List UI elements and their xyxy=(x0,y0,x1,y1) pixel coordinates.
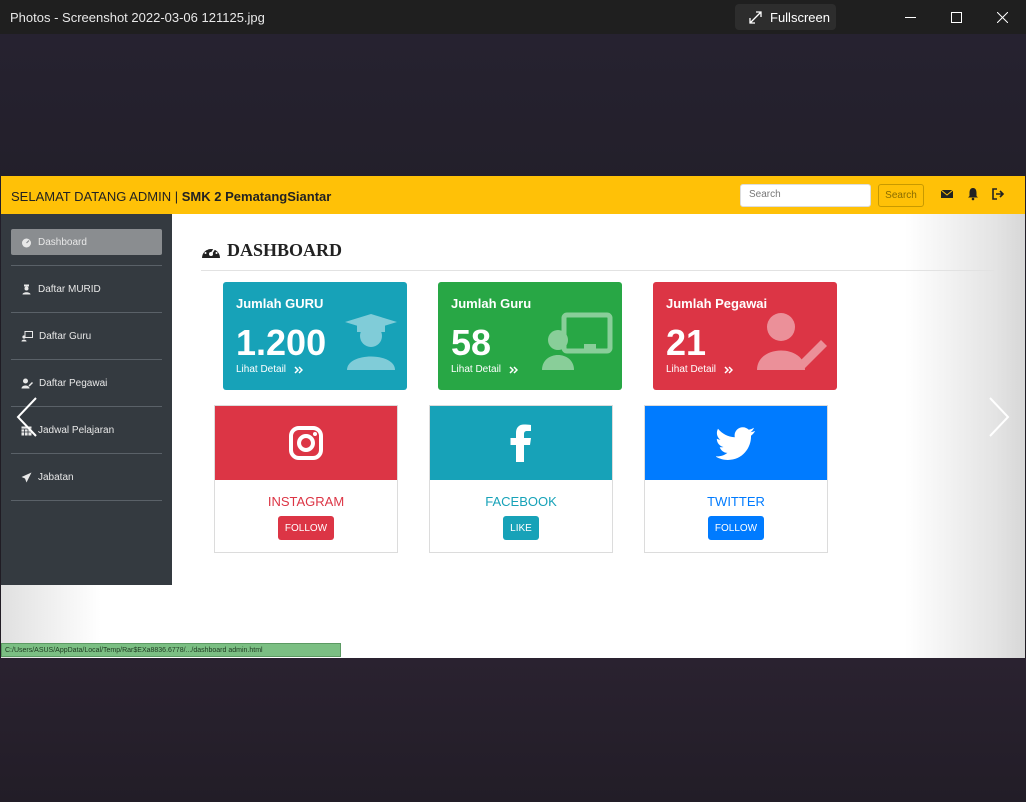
social-name: TWITTER xyxy=(707,494,765,509)
sidebar-item-label: Daftar Pegawai xyxy=(39,377,108,389)
sign-out-icon[interactable] xyxy=(991,187,1005,201)
stat-detail-link[interactable]: Lihat Detail xyxy=(666,364,734,375)
like-button[interactable]: LIKE xyxy=(503,516,539,540)
gauge-icon xyxy=(202,247,220,258)
social-card-header xyxy=(215,406,397,480)
instagram-icon[interactable] xyxy=(289,426,323,460)
sidebar-divider xyxy=(11,500,162,501)
twitter-icon[interactable] xyxy=(716,426,756,460)
page-title-text: DASHBOARD xyxy=(227,240,343,260)
social-card-facebook: FACEBOOK LIKE xyxy=(429,405,613,553)
navbar-brand: SELAMAT DATANG ADMIN | SMK 2 PematangSia… xyxy=(11,189,331,204)
bell-icon[interactable] xyxy=(966,187,980,201)
stat-detail-label: Lihat Detail xyxy=(451,364,502,375)
student-icon xyxy=(22,284,31,294)
close-icon xyxy=(996,11,1008,23)
sidebar-divider xyxy=(11,359,162,360)
sidebar-divider xyxy=(11,265,162,266)
fullscreen-label: Fullscreen xyxy=(770,9,830,25)
title-divider xyxy=(201,270,994,271)
chalkboard-teacher-icon xyxy=(21,330,33,341)
sidebar-item-dashboard[interactable]: Dashboard xyxy=(11,229,162,255)
social-card-instagram: INSTAGRAM FOLLOW xyxy=(214,405,398,553)
page-title: DASHBOARD xyxy=(201,240,342,261)
window-title: Photos - Screenshot 2022-03-06 121125.jp… xyxy=(10,10,265,25)
screenshot-image: SELAMAT DATANG ADMIN | SMK 2 PematangSia… xyxy=(1,176,1025,658)
stat-label: Jumlah Pegawai xyxy=(666,296,768,311)
school-name: SMK 2 PematangSiantar xyxy=(181,189,332,204)
double-chevron-right-icon xyxy=(294,365,304,374)
double-chevron-right-icon xyxy=(724,365,734,374)
sidebar-item-label: Daftar MURID xyxy=(38,283,101,295)
welcome-text: SELAMAT DATANG ADMIN xyxy=(11,189,172,204)
stat-detail-label: Lihat Detail xyxy=(236,364,287,375)
fullscreen-button[interactable]: Fullscreen xyxy=(735,4,836,30)
maximize-button[interactable] xyxy=(933,0,979,34)
stat-label: Jumlah Guru xyxy=(451,296,532,311)
photo-viewer-bottom xyxy=(0,658,1026,802)
stat-detail-link[interactable]: Lihat Detail xyxy=(451,364,519,375)
graduate-icon xyxy=(345,314,397,370)
search-input[interactable]: Search xyxy=(740,184,871,207)
stat-card-guru: Jumlah GURU 1.200 Lihat Detail xyxy=(223,282,407,390)
gauge-icon xyxy=(22,238,31,247)
sidebar-item-label: Jabatan xyxy=(38,471,74,483)
stat-value: 58 xyxy=(451,322,492,363)
minimize-icon xyxy=(904,16,916,18)
chalkboard-teacher-icon xyxy=(542,312,613,370)
maximize-icon xyxy=(950,11,962,23)
previous-image-arrow-icon[interactable] xyxy=(14,396,40,438)
stat-card-pegawai: Jumlah Pegawai 21 Lihat Detail xyxy=(653,282,837,390)
sidebar-item-daftar-pegawai[interactable]: Daftar Pegawai xyxy=(11,370,162,396)
expand-icon xyxy=(749,10,762,24)
stat-detail-label: Lihat Detail xyxy=(666,364,717,375)
social-card-twitter: TWITTER FOLLOW xyxy=(644,405,828,553)
social-name: INSTAGRAM xyxy=(267,494,345,509)
browser-status-url: C:/Users/ASUS/AppData/Local/Temp/Rar$EXa… xyxy=(1,643,341,657)
minimize-button[interactable] xyxy=(887,0,933,34)
next-image-arrow-icon[interactable] xyxy=(986,396,1012,438)
sidebar-item-label: Dashboard xyxy=(38,236,87,248)
search-button[interactable]: Search xyxy=(878,184,924,207)
sidebar-divider xyxy=(11,312,162,313)
top-navbar: SELAMAT DATANG ADMIN | SMK 2 PematangSia… xyxy=(1,176,1025,214)
follow-button[interactable]: FOLLOW xyxy=(708,516,764,540)
stat-value: 1.200 xyxy=(236,322,327,363)
follow-button[interactable]: FOLLOW xyxy=(278,516,334,540)
facebook-icon[interactable] xyxy=(510,424,532,462)
sidebar-item-label: Daftar Guru xyxy=(39,330,92,342)
social-card-header xyxy=(645,406,827,480)
stat-value: 21 xyxy=(666,322,707,363)
paper-plane-icon xyxy=(21,472,32,482)
stat-label: Jumlah GURU xyxy=(236,296,324,311)
app-titlebar: Photos - Screenshot 2022-03-06 121125.jp… xyxy=(0,0,1026,34)
sidebar-item-daftar-guru[interactable]: Daftar Guru xyxy=(11,323,162,349)
social-card-header xyxy=(430,406,612,480)
close-button[interactable] xyxy=(979,0,1025,34)
envelope-icon[interactable] xyxy=(940,187,954,201)
sidebar-item-daftar-murid[interactable]: Daftar MURID xyxy=(11,276,162,302)
stat-card-guru-2: Jumlah Guru 58 Lihat Detail xyxy=(438,282,622,390)
sidebar-divider xyxy=(11,453,162,454)
sidebar-item-jabatan[interactable]: Jabatan xyxy=(11,464,162,490)
sidebar-item-label: Jadwal Pelajaran xyxy=(38,424,115,436)
stat-detail-link[interactable]: Lihat Detail xyxy=(236,364,304,375)
user-edit-icon xyxy=(21,378,33,388)
brand-separator: | xyxy=(174,189,179,204)
user-edit-icon xyxy=(757,313,827,370)
double-chevron-right-icon xyxy=(509,365,519,374)
social-name: FACEBOOK xyxy=(485,494,557,509)
